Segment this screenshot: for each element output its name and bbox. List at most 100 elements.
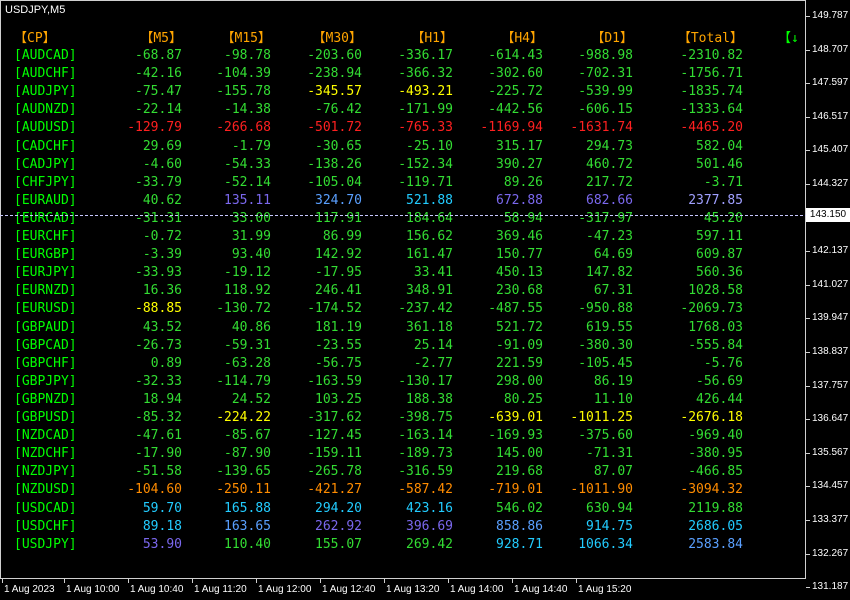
current-price-line	[0, 215, 806, 216]
row-value: -47.61	[135, 428, 182, 444]
row-value: 521.88	[406, 192, 453, 208]
row-value: 217.72	[586, 174, 633, 190]
row-value: -606.15	[578, 102, 633, 118]
row-value: -56.69	[696, 373, 743, 389]
row-value: 165.88	[224, 500, 271, 516]
row-value: -266.68	[216, 120, 271, 136]
row-value: -171.99	[398, 102, 453, 118]
row-value: 672.88	[496, 192, 543, 208]
row-symbol: [AUDUSD]	[14, 120, 77, 136]
row-value: 53.90	[142, 536, 182, 552]
price-axis-label: 142.137	[812, 245, 849, 257]
row-value: -14.38	[224, 102, 271, 118]
price-axis-label: 135.567	[812, 446, 849, 458]
row-value: 156.62	[406, 229, 453, 244]
row-value: -130.72	[216, 301, 271, 317]
row-value: -114.79	[216, 373, 271, 389]
row-value: -5.76	[703, 355, 743, 371]
row-symbol: [CHFJPY]	[14, 174, 77, 190]
row-symbol: [AUDCHF]	[14, 66, 77, 82]
row-value: -250.11	[216, 482, 271, 498]
price-axis-tick	[806, 49, 810, 51]
row-value: 89.26	[503, 174, 543, 190]
row-value: -2069.73	[680, 301, 743, 317]
row-value: -1631.74	[570, 120, 633, 136]
header-3: 【M30】	[312, 31, 362, 46]
row-value: 142.92	[315, 247, 362, 263]
row-value: 135.11	[224, 192, 271, 208]
row-value: 118.92	[224, 283, 271, 299]
row-value: -765.33	[398, 120, 453, 136]
row-value: 219.68	[496, 464, 543, 480]
row-value: 11.10	[593, 391, 633, 407]
price-axis-tick	[806, 116, 810, 118]
row-symbol: [GBPAUD]	[14, 319, 77, 335]
header-2: 【M15】	[221, 31, 271, 46]
row-value: 145.00	[496, 446, 543, 462]
row-value: 24.52	[231, 391, 271, 407]
row-value: -366.32	[398, 66, 453, 82]
row-value: -56.75	[315, 355, 362, 371]
row-value: 2119.88	[688, 500, 743, 516]
row-value: -237.42	[398, 301, 453, 317]
row-value: 1768.03	[688, 319, 743, 335]
time-axis-tick	[384, 579, 385, 583]
row-value: 1066.34	[578, 536, 633, 552]
row-value: -2310.82	[680, 48, 743, 63]
row-value: -88.85	[135, 301, 182, 317]
price-axis-label: 147.597	[812, 77, 849, 89]
row-value: -345.57	[307, 84, 362, 100]
row-value: -68.87	[135, 48, 182, 63]
row-value: -54.33	[224, 156, 271, 172]
time-axis-tick	[192, 579, 193, 583]
header-4: 【H1】	[411, 31, 453, 46]
row-value: 914.75	[586, 518, 633, 534]
header-5: 【H4】	[501, 31, 543, 46]
row-value: 103.25	[315, 391, 362, 407]
row-value: 546.02	[496, 500, 543, 516]
row-value: -398.75	[398, 410, 453, 425]
row-value: -25.10	[406, 138, 453, 154]
row-value: -23.55	[315, 337, 362, 353]
price-axis-label: 139.947	[812, 312, 849, 324]
price-axis-tick	[806, 520, 810, 521]
row-value: -1011.90	[570, 482, 633, 498]
row-value: -375.60	[578, 428, 633, 444]
row-value: -52.14	[224, 174, 271, 190]
row-value: 43.52	[142, 319, 182, 335]
row-value: -59.31	[224, 337, 271, 353]
price-axis-tick	[806, 385, 810, 387]
time-axis-label: 1 Aug 14:40	[514, 584, 568, 595]
row-value: 501.46	[696, 156, 743, 172]
time-axis-label: 1 Aug 10:00	[66, 584, 120, 595]
price-axis-tick	[806, 284, 810, 286]
row-value: 163.65	[224, 518, 271, 534]
row-value: -316.59	[398, 464, 453, 480]
row-value: -1011.25	[570, 410, 633, 425]
row-symbol: [USDCAD]	[14, 500, 77, 516]
row-value: 423.16	[406, 500, 453, 516]
current-price-label: 143.150	[806, 208, 850, 222]
row-value: 40.62	[142, 192, 182, 208]
row-symbol: [EURAUD]	[14, 192, 77, 208]
row-value: -1169.94	[480, 120, 543, 136]
row-value: -487.55	[488, 301, 543, 317]
time-axis-label: 1 Aug 10:40	[130, 584, 184, 595]
row-value: 521.72	[496, 319, 543, 335]
row-value: -104.39	[216, 66, 271, 82]
price-axis-label: 132.267	[812, 547, 849, 559]
time-axis-tick	[576, 579, 577, 583]
price-axis-label: 137.757	[812, 379, 849, 391]
price-axis-tick	[806, 419, 810, 421]
row-value: -163.14	[398, 428, 453, 444]
row-value: 315.17	[496, 138, 543, 154]
row-value: -639.01	[488, 410, 543, 425]
row-value: -33.93	[135, 265, 182, 281]
row-value: 18.94	[142, 391, 182, 407]
row-value: -17.90	[135, 446, 182, 462]
row-value: 16.36	[142, 283, 182, 299]
row-value: -76.42	[315, 102, 362, 118]
row-value: -104.60	[127, 482, 182, 498]
price-axis-label: 136.647	[812, 413, 849, 425]
price-axis-tick	[806, 16, 810, 17]
